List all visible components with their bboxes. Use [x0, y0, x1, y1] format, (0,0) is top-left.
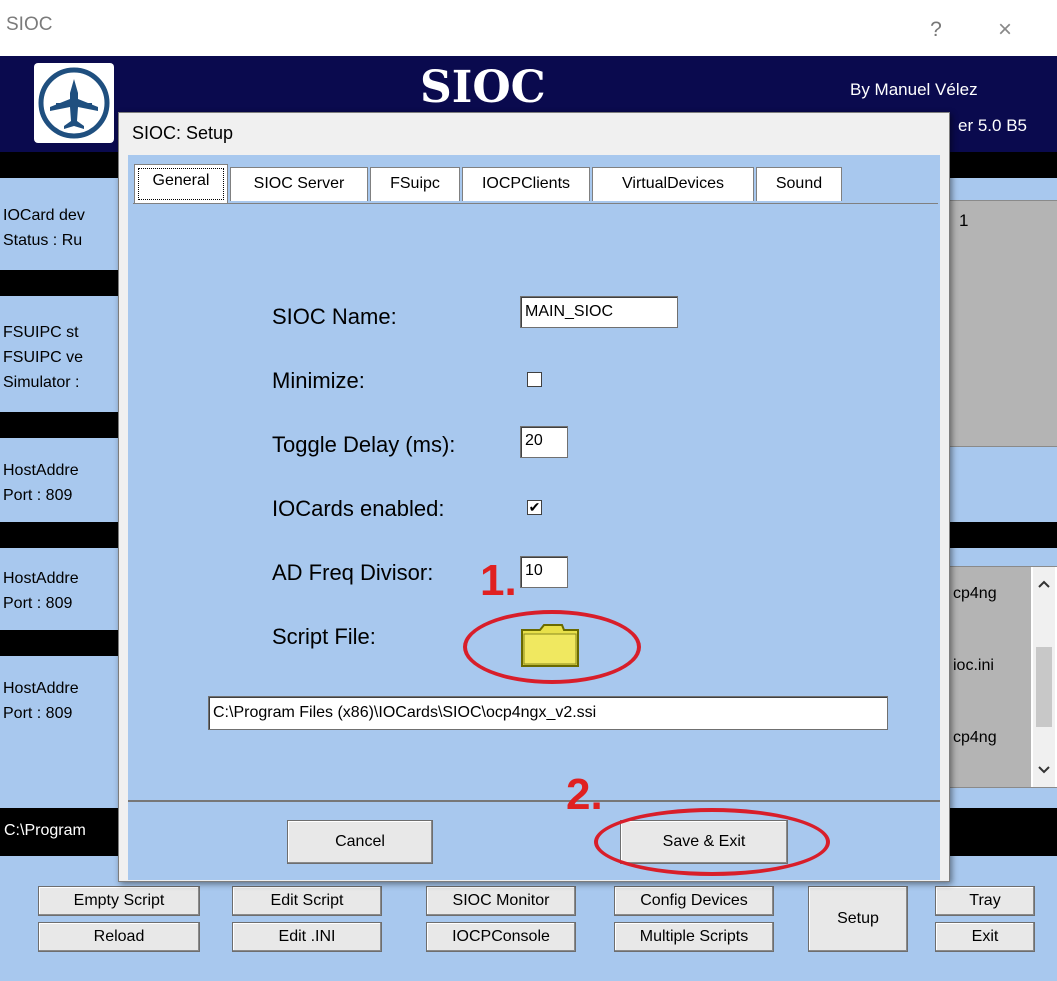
list-item[interactable]: cp4ng [953, 585, 997, 603]
path-text: C:\Program [4, 822, 86, 839]
script-file-label: Script File: [272, 624, 376, 649]
author-label: By Manuel Vélez [850, 80, 978, 99]
minimize-checkbox[interactable] [527, 372, 542, 387]
tab-sound[interactable]: Sound [756, 167, 842, 201]
tray-button[interactable]: Tray [935, 886, 1035, 916]
host-port-label: Port : 809 [3, 595, 73, 612]
script-list[interactable]: cp4ng ioc.ini cp4ng [948, 566, 1057, 788]
cancel-button[interactable]: Cancel [287, 820, 433, 864]
edit-ini-button[interactable]: Edit .INI [232, 922, 382, 952]
host-info-2: HostAddre Port : 809 [0, 566, 79, 616]
window-titlebar [0, 0, 1057, 56]
tab-virtualdevices[interactable]: VirtualDevices [592, 167, 754, 201]
toggle-delay-field[interactable]: 20 [520, 426, 568, 458]
annotation-circle-save [594, 808, 830, 876]
iocards-enabled-label: IOCards enabled: [272, 496, 445, 521]
annotation-step-1: 1. [480, 556, 517, 605]
host-info-3: HostAddre Port : 809 [0, 676, 79, 726]
dialog-title: SIOC: Setup [132, 123, 234, 143]
window-title: SIOC [6, 14, 53, 35]
airplane-logo-icon [34, 63, 114, 143]
sioc-name-field[interactable]: MAIN_SIOC [520, 296, 678, 328]
empty-script-button[interactable]: Empty Script [38, 886, 200, 916]
chevron-down-icon[interactable] [1036, 763, 1052, 777]
version-label: er 5.0 B5 [958, 116, 1027, 135]
fsuipc-version-label: FSUIPC ve [3, 349, 84, 366]
list-item[interactable]: cp4ng [953, 729, 997, 747]
iocards-enabled-checkbox[interactable]: ✔ [527, 500, 542, 515]
annotation-step-2: 2. [566, 770, 603, 819]
toggle-delay-label: Toggle Delay (ms): [272, 432, 456, 457]
tab-iocpclients[interactable]: IOCPClients [462, 167, 590, 201]
fsuipc-info: FSUIPC st FSUIPC ve Simulator : [0, 320, 83, 395]
status-number: 1 [959, 211, 969, 230]
sioc-monitor-button[interactable]: SIOC Monitor [426, 886, 576, 916]
config-devices-button[interactable]: Config Devices [614, 886, 774, 916]
minimize-label: Minimize: [272, 368, 365, 393]
tab-sioc-server[interactable]: SIOC Server [230, 167, 368, 201]
edit-script-button[interactable]: Edit Script [232, 886, 382, 916]
close-button[interactable]: × [980, 12, 1030, 48]
tab-general[interactable]: General [134, 164, 228, 204]
list-item[interactable]: ioc.ini [953, 657, 994, 675]
ad-freq-divisor-field[interactable]: 10 [520, 556, 568, 588]
host-address-label: HostAddre [3, 680, 79, 697]
status-panel: 1 [948, 200, 1057, 447]
iocp-console-button[interactable]: IOCPConsole [426, 922, 576, 952]
scrollbar[interactable] [1033, 567, 1055, 787]
exit-button[interactable]: Exit [935, 922, 1035, 952]
help-button[interactable]: ? [918, 12, 954, 48]
host-port-label: Port : 809 [3, 487, 73, 504]
fsuipc-status-label: FSUIPC st [3, 324, 79, 341]
iocard-info: IOCard dev Status : Ru [0, 203, 85, 253]
simulator-label: Simulator : [3, 374, 80, 391]
host-address-label: HostAddre [3, 570, 79, 587]
host-port-label: Port : 809 [3, 705, 73, 722]
sioc-name-label: SIOC Name: [272, 304, 397, 329]
scrollbar-thumb[interactable] [1036, 647, 1052, 727]
iocard-status-label: Status : Ru [3, 232, 83, 249]
reload-button[interactable]: Reload [38, 922, 200, 952]
annotation-circle-folder [463, 610, 641, 684]
host-info-1: HostAddre Port : 809 [0, 458, 79, 508]
iocard-device-label: IOCard dev [3, 207, 85, 224]
setup-button[interactable]: Setup [808, 886, 908, 952]
multiple-scripts-button[interactable]: Multiple Scripts [614, 922, 774, 952]
tab-fsuipc[interactable]: FSuipc [370, 167, 460, 201]
chevron-up-icon[interactable] [1036, 577, 1052, 591]
script-path-field[interactable]: C:\Program Files (x86)\IOCards\SIOC\ocp4… [208, 696, 888, 730]
app-title: SIOC [420, 62, 546, 113]
host-address-label: HostAddre [3, 462, 79, 479]
ad-freq-divisor-label: AD Freq Divisor: [272, 560, 434, 585]
